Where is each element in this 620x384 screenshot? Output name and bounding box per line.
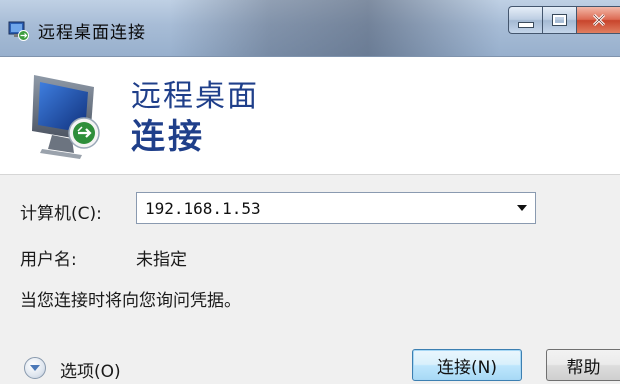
username-value: 未指定 bbox=[136, 250, 187, 270]
header-banner: 远程桌面 连接 bbox=[0, 57, 620, 175]
remote-desktop-window: 远程桌面连接 远程桌面 连接 计算机(C): 192.168.1.53 用户名:… bbox=[0, 0, 620, 384]
options-expand-icon[interactable] bbox=[24, 357, 46, 379]
dialog-body: 计算机(C): 192.168.1.53 用户名: 未指定 当您连接时将向您询问… bbox=[0, 175, 620, 384]
caption-buttons bbox=[508, 6, 620, 36]
dropdown-arrow-icon[interactable] bbox=[517, 205, 527, 211]
username-label: 用户名: bbox=[20, 250, 77, 270]
computer-combobox[interactable]: 192.168.1.53 bbox=[136, 192, 536, 224]
minimize-button[interactable] bbox=[508, 6, 542, 34]
help-button-label: 帮助 bbox=[566, 357, 601, 378]
minimize-icon bbox=[517, 22, 534, 28]
computer-label: 计算机(C): bbox=[20, 204, 102, 224]
maximize-button[interactable] bbox=[542, 6, 576, 34]
connect-button-label: 连接(N) bbox=[437, 357, 497, 378]
maximize-icon bbox=[552, 14, 567, 26]
banner-title-line2: 连接 bbox=[131, 117, 205, 157]
close-button[interactable] bbox=[576, 6, 620, 34]
connect-button[interactable]: 连接(N) bbox=[412, 349, 522, 381]
close-icon bbox=[592, 13, 605, 27]
remote-desktop-monitor-icon bbox=[32, 75, 100, 159]
help-button[interactable]: 帮助 bbox=[546, 349, 620, 381]
options-link[interactable]: 选项(O) bbox=[60, 357, 121, 382]
credentials-note: 当您连接时将向您询问凭据。 bbox=[20, 291, 241, 311]
title-bar[interactable]: 远程桌面连接 bbox=[0, 0, 620, 57]
chevron-down-icon bbox=[30, 365, 40, 371]
window-title: 远程桌面连接 bbox=[38, 23, 146, 43]
remote-desktop-icon bbox=[8, 21, 29, 41]
computer-input[interactable]: 192.168.1.53 bbox=[145, 199, 261, 218]
